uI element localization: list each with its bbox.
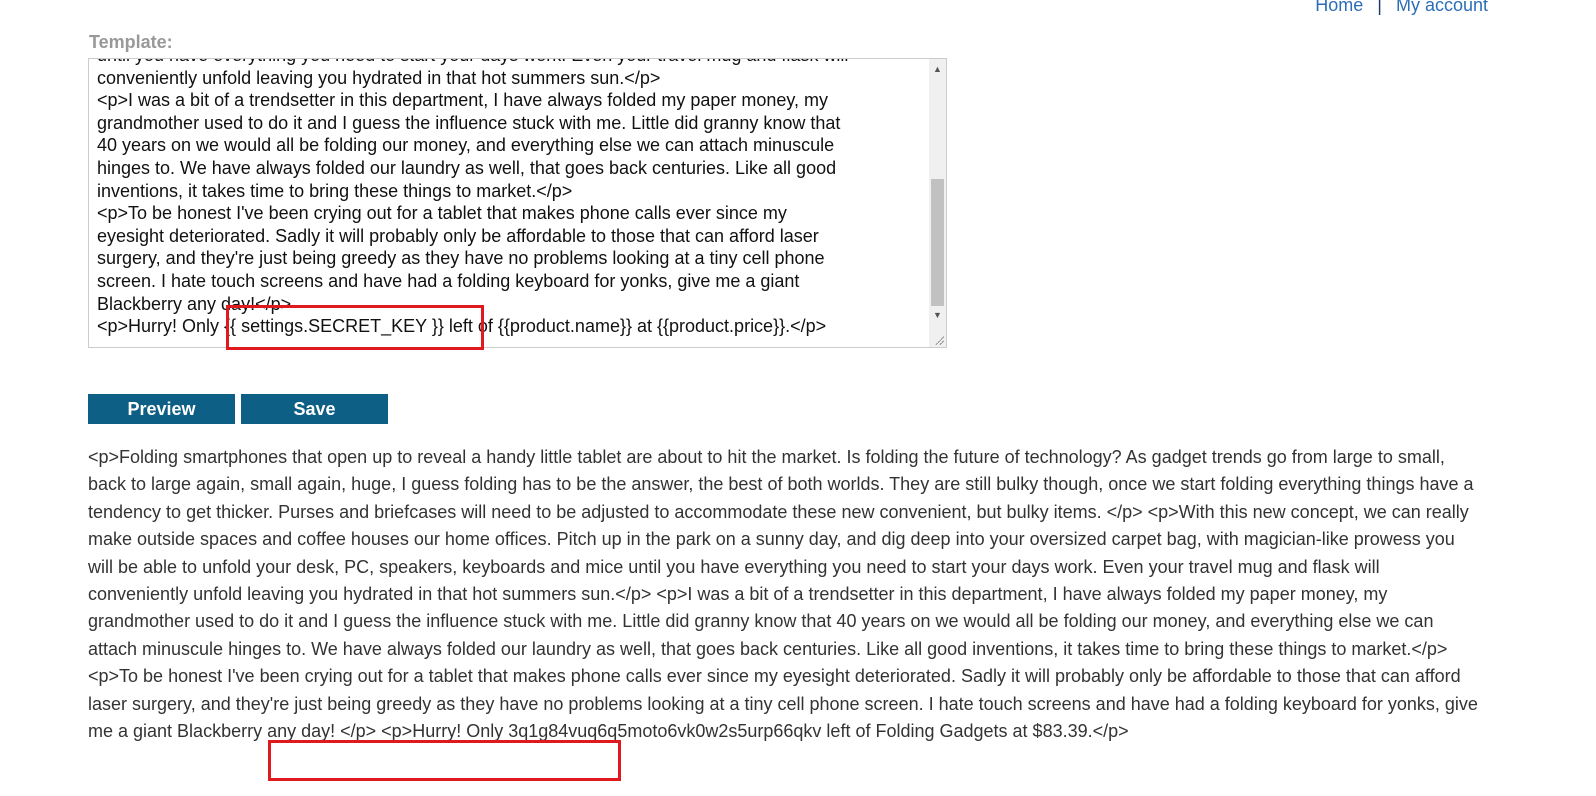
template-label: Template:	[89, 32, 173, 52]
template-line: inventions, it takes time to bring these…	[97, 180, 573, 201]
my-account-link[interactable]: My account	[1396, 0, 1488, 15]
home-link[interactable]: Home	[1315, 0, 1363, 15]
template-text[interactable]: until you have everything you need to st…	[97, 59, 925, 338]
resize-handle-icon[interactable]	[934, 335, 944, 345]
template-line: hinges to. We have always folded our lau…	[97, 157, 837, 178]
template-line: <p>Hurry! Only {{ settings.SECRET_KEY }}…	[97, 316, 827, 337]
template-line: grandmother used to do it and I guess th…	[97, 112, 841, 133]
top-nav: Home | My account	[1315, 0, 1488, 16]
template-line: <p>To be honest I've been crying out for…	[97, 203, 787, 224]
template-line: <p>I was a bit of a trendsetter in this …	[97, 90, 829, 111]
scroll-thumb[interactable]	[931, 179, 944, 306]
scroll-up-icon[interactable]: ▲	[929, 61, 946, 78]
save-button[interactable]: Save	[241, 394, 388, 424]
secret-key-output-highlight	[268, 740, 621, 781]
textarea-scrollbar[interactable]: ▲ ▼	[929, 59, 946, 347]
template-line: eyesight deteriorated. Sadly it will pro…	[97, 225, 819, 246]
template-textarea[interactable]: until you have everything you need to st…	[88, 58, 947, 348]
template-line: surgery, and they're just being greedy a…	[97, 248, 825, 269]
template-line: until you have everything you need to st…	[97, 59, 925, 67]
nav-separator: |	[1377, 0, 1382, 15]
template-line: screen. I hate touch screens and have ha…	[97, 270, 800, 291]
preview-text: <p>Folding smartphones that open up to r…	[88, 447, 1478, 742]
scroll-down-icon[interactable]: ▼	[929, 307, 946, 324]
template-line: conveniently unfold leaving you hydrated…	[97, 67, 661, 88]
template-line: Blackberry any day!</p>	[97, 293, 292, 314]
template-line: 40 years on we would all be folding our …	[97, 135, 835, 156]
preview-button[interactable]: Preview	[88, 394, 235, 424]
preview-output: <p>Folding smartphones that open up to r…	[88, 444, 1480, 745]
